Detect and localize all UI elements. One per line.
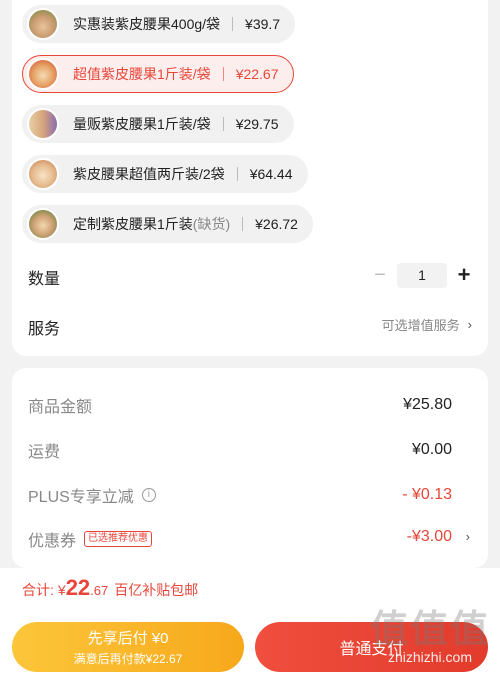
goods-amount-label: 商品金额 <box>28 399 93 416</box>
product-thumbnail <box>27 108 59 140</box>
coupon-value[interactable]: -¥3.00 <box>407 528 452 546</box>
plus-discount-value: - ¥0.13 <box>402 486 452 503</box>
variant-name: 超值紫皮腰果1斤装/袋 <box>73 66 211 82</box>
variant-option-1[interactable]: 实惠装紫皮腰果400g/袋 ¥39.7 <box>22 5 296 43</box>
normal-pay-button[interactable]: 普通支付 <box>255 622 488 672</box>
quantity-input[interactable]: 1 <box>397 263 447 288</box>
variant-option-3[interactable]: 量贩紫皮腰果1斤装/袋 ¥29.75 <box>22 105 294 143</box>
variant-name: 实惠装紫皮腰果400g/袋 <box>73 16 221 32</box>
out-of-stock-label: (缺货) <box>192 216 231 232</box>
product-thumbnail <box>27 158 59 190</box>
plus-discount-label: PLUS专享立减 <box>28 489 134 506</box>
product-thumbnail <box>27 8 59 40</box>
variant-price: ¥22.67 <box>235 66 279 82</box>
coupon-badge: 已选推荐优惠 <box>84 531 153 547</box>
shipping-label: 运费 <box>28 444 61 461</box>
shipping-value: ¥0.00 <box>411 441 452 458</box>
service-selector[interactable]: 可选增值服务 › <box>382 315 472 334</box>
product-thumbnail <box>27 208 59 240</box>
divider <box>222 67 224 81</box>
variant-price: ¥64.44 <box>249 166 293 182</box>
divider <box>232 17 234 31</box>
service-value: 可选增值服务 <box>381 318 460 333</box>
quantity-increase-button[interactable]: + <box>454 262 474 288</box>
pay-later-title: 先享后付 ¥0 <box>87 630 169 647</box>
variant-option-4[interactable]: 紫皮腰果超值两斤装/2袋 ¥64.44 <box>22 155 308 193</box>
chevron-right-icon[interactable]: › <box>466 529 470 544</box>
product-thumbnail <box>27 58 59 90</box>
variant-option-2-selected[interactable]: 超值紫皮腰果1斤装/袋 ¥22.67 <box>22 55 294 93</box>
variant-option-5[interactable]: 定制紫皮腰果1斤装(缺货) ¥26.72 <box>22 205 313 243</box>
variant-price: ¥29.75 <box>235 116 279 132</box>
chevron-right-icon: › <box>467 317 472 332</box>
service-label: 服务 <box>28 321 61 338</box>
variant-name: 量贩紫皮腰果1斤装/袋 <box>73 116 211 132</box>
pay-later-button[interactable]: 先享后付 ¥0 满意后再付款¥22.67 <box>12 622 244 672</box>
variant-name: 定制紫皮腰果1斤装(缺货) <box>73 216 231 232</box>
total-note: 百亿补贴包邮 <box>114 582 199 598</box>
variant-price: ¥26.72 <box>255 216 298 232</box>
plus-discount-row: PLUS专享立减 i <box>28 483 156 507</box>
total-integer: 22 <box>65 575 91 600</box>
normal-pay-label: 普通支付 <box>339 641 404 658</box>
divider <box>222 117 224 131</box>
variant-price: ¥39.7 <box>245 16 281 32</box>
total-price: 合计: ¥ 22 .67 百亿补贴包邮 <box>22 575 198 601</box>
info-icon[interactable]: i <box>141 488 156 502</box>
divider <box>242 217 244 231</box>
coupon-row[interactable]: 优惠券 已选推荐优惠 <box>28 527 153 551</box>
quantity-decrease-button[interactable]: − <box>372 264 388 286</box>
total-decimal: .67 <box>90 583 109 598</box>
variant-name: 紫皮腰果超值两斤装/2袋 <box>73 166 225 182</box>
goods-amount-value: ¥25.80 <box>403 396 452 413</box>
pay-later-subtitle: 满意后再付款¥22.67 <box>73 652 183 666</box>
divider <box>236 167 238 181</box>
coupon-label: 优惠券 <box>28 533 77 550</box>
quantity-label: 数量 <box>28 271 61 288</box>
total-currency: ¥ <box>57 582 66 598</box>
total-label: 合计: <box>22 582 54 598</box>
